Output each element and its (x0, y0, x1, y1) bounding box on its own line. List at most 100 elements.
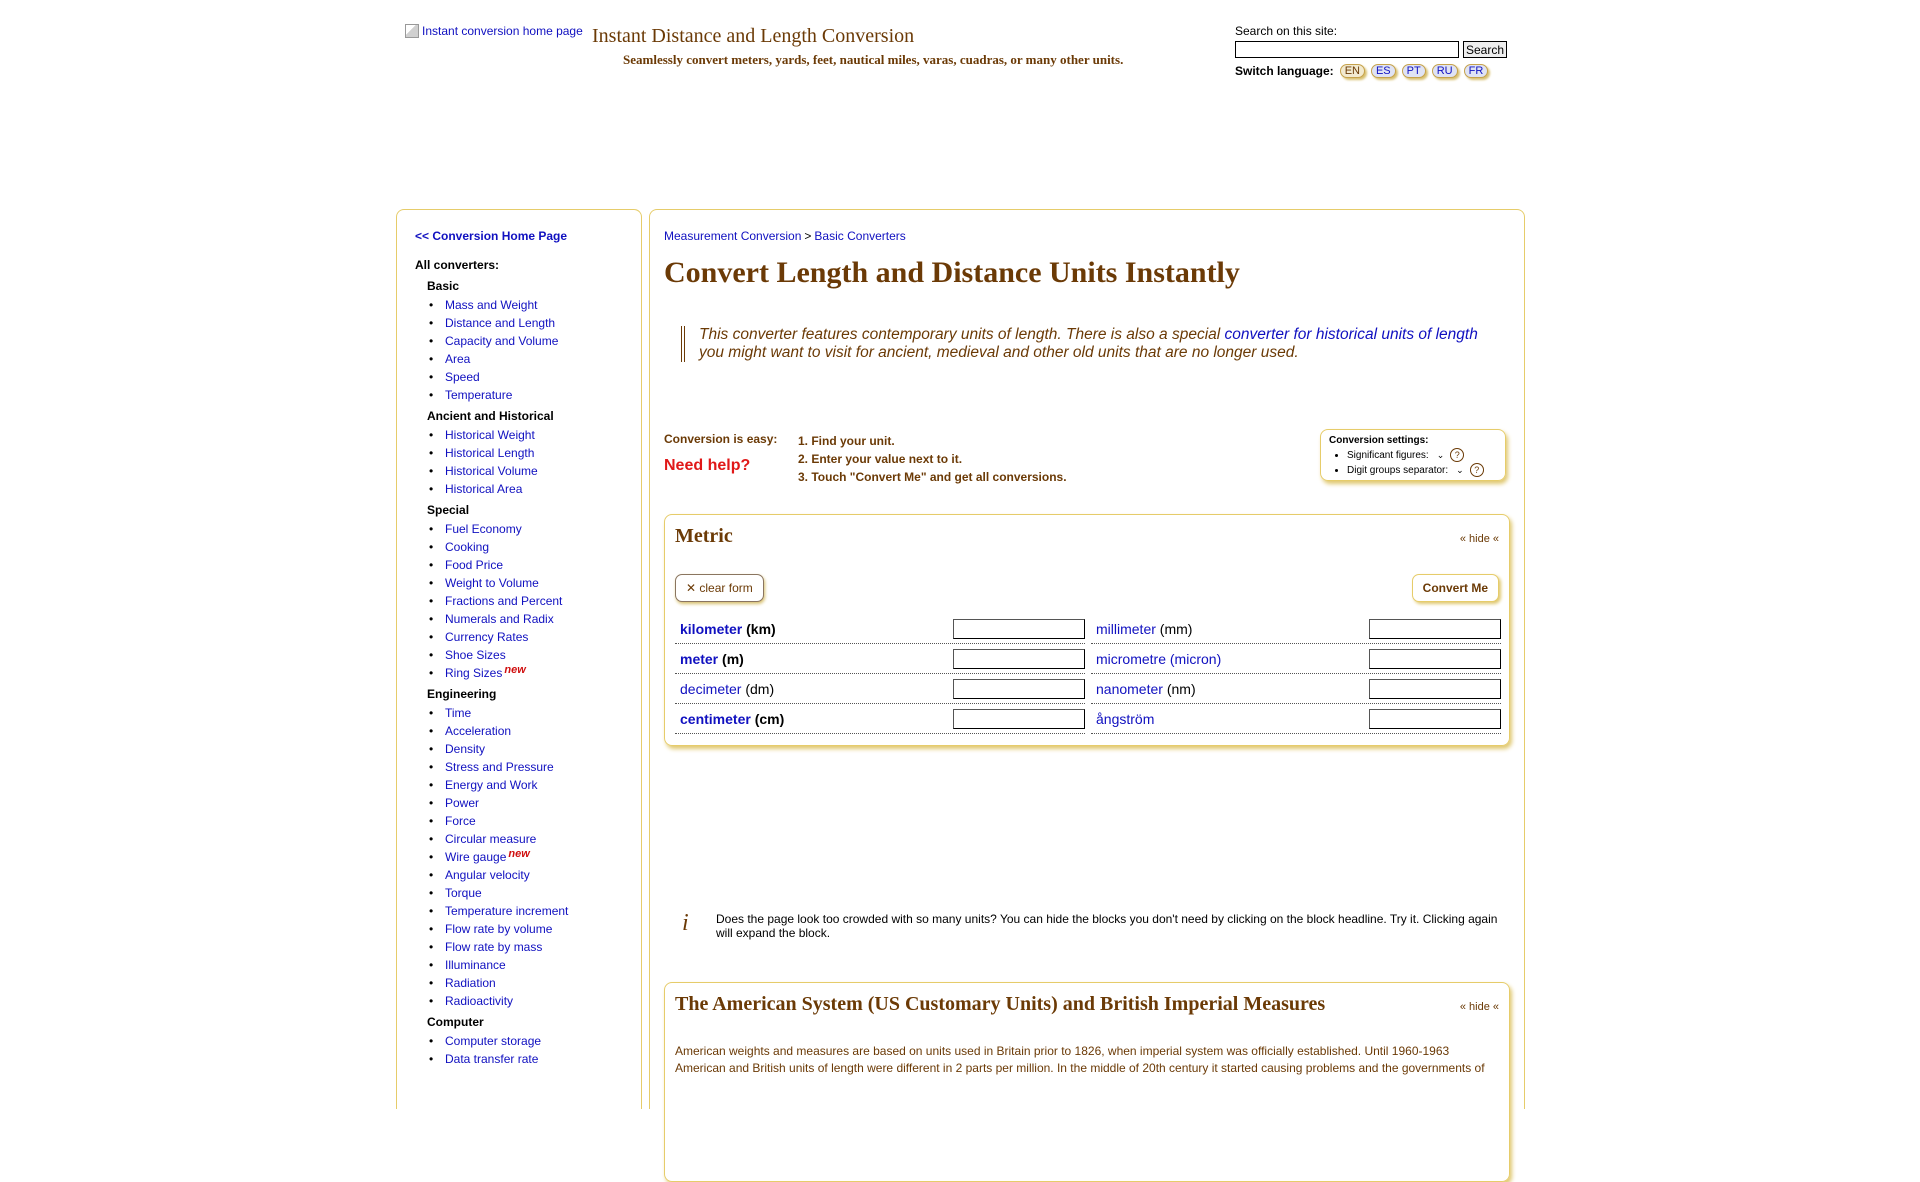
unit-value-input[interactable] (953, 708, 1085, 729)
unit-value-input[interactable] (953, 678, 1085, 699)
sidebar-item-link[interactable]: Capacity and Volume (445, 334, 558, 348)
sidebar-group-title: Engineering (427, 687, 497, 701)
sidebar-item-link[interactable]: Wire gauge (445, 850, 506, 864)
unit-value-input[interactable] (1369, 648, 1501, 669)
lang-pt[interactable]: PT (1401, 64, 1426, 78)
unit-value-input[interactable] (1369, 708, 1501, 729)
significant-figures-dropdown[interactable]: ⌄ (1437, 448, 1445, 463)
sidebar-item-link[interactable]: Area (445, 352, 470, 366)
converter-groups: Basic Mass and Weight Distance and Length C… (427, 279, 637, 1068)
breadcrumb-basic-converters[interactable]: Basic Converters (814, 229, 905, 243)
unit-name-link[interactable]: micrometre (micron) (1096, 651, 1221, 667)
sidebar-item: Flow rate by volume (427, 920, 637, 938)
unit-name-link[interactable]: decimeter (680, 681, 741, 697)
sidebar-group-title: Basic (427, 279, 460, 293)
sidebar-item-link[interactable]: Data transfer rate (445, 1052, 538, 1066)
sidebar-item-link[interactable]: Temperature (445, 388, 512, 402)
search-input[interactable] (1235, 41, 1459, 58)
unit-name-link[interactable]: meter (680, 651, 718, 667)
sidebar-item-link[interactable]: Weight to Volume (445, 576, 539, 590)
unit-label: kilometer (km) (675, 621, 776, 637)
historical-length-link[interactable]: converter for historical units of length (1225, 326, 1478, 343)
sidebar-item-link[interactable]: Speed (445, 370, 480, 384)
conversion-easy-label: Conversion is easy: (664, 432, 778, 446)
sidebar-item: Data transfer rate (427, 1050, 637, 1068)
sidebar-item: Cooking (427, 538, 637, 556)
sidebar-item-link[interactable]: Historical Length (445, 446, 534, 460)
sidebar-item-link[interactable]: Historical Volume (445, 464, 538, 478)
sidebar-item: Area (427, 350, 637, 368)
intro-text-before: This converter features contemporary uni… (699, 326, 1225, 343)
unit-value-input[interactable] (1369, 618, 1501, 639)
clear-form-button[interactable]: ✕ clear form (675, 574, 764, 602)
lang-fr[interactable]: FR (1463, 64, 1489, 78)
sidebar-item-link[interactable]: Currency Rates (445, 630, 528, 644)
unit-name-link[interactable]: millimeter (1096, 621, 1156, 637)
unit-row: meter (m) (675, 644, 1085, 674)
sidebar-item-link[interactable]: Time (445, 706, 471, 720)
conversion-home-link[interactable]: << Conversion Home Page (415, 229, 567, 243)
sidebar-item-link[interactable]: Force (445, 814, 476, 828)
sidebar-item-link[interactable]: Flow rate by mass (445, 940, 542, 954)
sidebar-item-link[interactable]: Illuminance (445, 958, 506, 972)
sidebar-item-link[interactable]: Energy and Work (445, 778, 538, 792)
metric-block: Metric « hide « ✕ clear form Convert Me … (664, 514, 1510, 746)
sidebar-item: Distance and Length (427, 314, 637, 332)
us-imperial-hide-link[interactable]: « hide « (1460, 1001, 1499, 1013)
sidebar-item: Power (427, 794, 637, 812)
sidebar-item-link[interactable]: Fractions and Percent (445, 594, 562, 608)
digit-groups-dropdown[interactable]: ⌄ (1456, 463, 1464, 478)
significant-figures-help-icon[interactable]: ? (1450, 448, 1465, 462)
digit-groups-help-icon[interactable]: ? (1469, 463, 1484, 477)
unit-name-link[interactable]: centimeter (680, 711, 751, 727)
unit-row: millimeter (mm) (1091, 614, 1501, 644)
lang-es[interactable]: ES (1370, 64, 1396, 78)
sidebar-item-link[interactable]: Torque (445, 886, 482, 900)
unit-name-link[interactable]: kilometer (680, 621, 742, 637)
sidebar-item-link[interactable]: Power (445, 796, 479, 810)
sidebar-item-link[interactable]: Density (445, 742, 485, 756)
unit-row: centimeter (cm) (675, 704, 1085, 734)
sidebar-item-link[interactable]: Radioactivity (445, 994, 513, 1008)
metric-block-title[interactable]: Metric (675, 525, 733, 548)
unit-label: ångström (1091, 711, 1154, 727)
sidebar-item-link[interactable]: Computer storage (445, 1034, 541, 1048)
home-logo-link[interactable]: Instant conversion home page (405, 24, 583, 38)
sidebar-item-link[interactable]: Food Price (445, 558, 503, 572)
sidebar-item-link[interactable]: Historical Area (445, 482, 522, 496)
convert-me-button[interactable]: Convert Me (1411, 574, 1499, 602)
need-help-link[interactable]: Need help? (664, 457, 750, 475)
main-content: Measurement Conversion > Basic Converters … (649, 209, 1525, 1182)
sidebar-item-link[interactable]: Mass and Weight (445, 298, 538, 312)
sidebar-item-link[interactable]: Distance and Length (445, 316, 555, 330)
breadcrumb-measurement-conversion[interactable]: Measurement Conversion (664, 229, 801, 243)
sidebar-item: Fractions and Percent (427, 592, 637, 610)
sidebar-item-link[interactable]: Radiation (445, 976, 496, 990)
lang-ru[interactable]: RU (1431, 64, 1458, 78)
sidebar-item-link[interactable]: Stress and Pressure (445, 760, 554, 774)
unit-name-link[interactable]: nanometer (1096, 681, 1163, 697)
unit-label: decimeter (dm) (675, 681, 774, 697)
unit-label: millimeter (mm) (1091, 621, 1192, 637)
sidebar-item-link[interactable]: Temperature increment (445, 904, 568, 918)
sidebar-item-link[interactable]: Circular measure (445, 832, 536, 846)
lang-en[interactable]: EN (1339, 64, 1365, 78)
unit-value-input[interactable] (953, 648, 1085, 669)
sidebar-item-link[interactable]: Angular velocity (445, 868, 530, 882)
us-imperial-block-title[interactable]: The American System (US Customary Units)… (675, 993, 1325, 1016)
site-subtitle: Seamlessly convert meters, yards, feet, … (623, 52, 1124, 67)
sidebar-item-link[interactable]: Flow rate by volume (445, 922, 552, 936)
unit-name-link[interactable]: ångström (1096, 711, 1154, 727)
sidebar-item-link[interactable]: Numerals and Radix (445, 612, 554, 626)
sidebar-item-link[interactable]: Cooking (445, 540, 489, 554)
search-button[interactable]: Search (1463, 41, 1508, 58)
sidebar-item-link[interactable]: Fuel Economy (445, 522, 522, 536)
metric-hide-link[interactable]: « hide « (1460, 533, 1499, 545)
sidebar-item-link[interactable]: Acceleration (445, 724, 511, 738)
unit-value-input[interactable] (1369, 678, 1501, 699)
unit-value-input[interactable] (953, 618, 1085, 639)
sidebar-item-link[interactable]: Historical Weight (445, 428, 535, 442)
new-badge: new (504, 664, 526, 676)
sidebar-item-link[interactable]: Ring Sizes (445, 666, 502, 680)
sidebar-item-link[interactable]: Shoe Sizes (445, 648, 506, 662)
